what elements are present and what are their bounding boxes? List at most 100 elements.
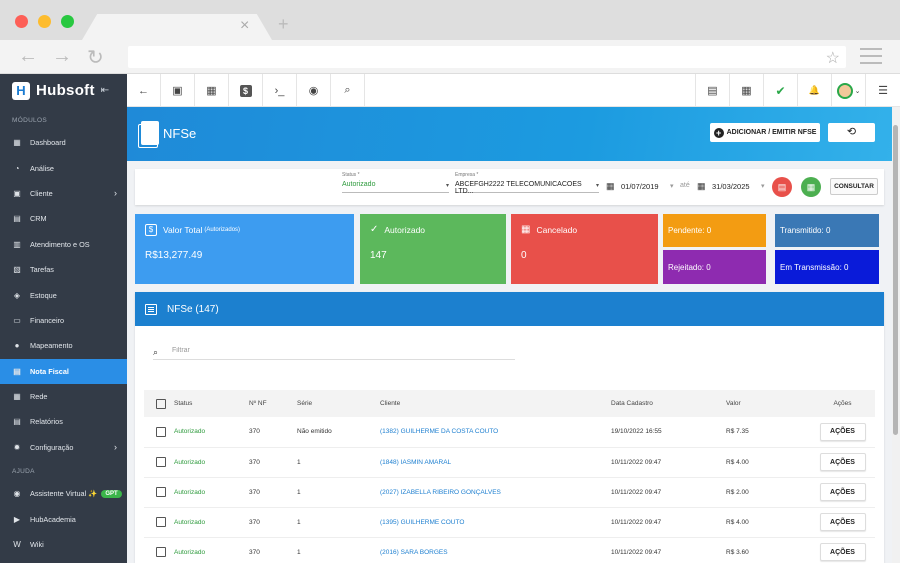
minimize-window-button[interactable] xyxy=(38,15,51,28)
new-tab-icon[interactable]: + xyxy=(278,14,289,35)
tasks-button[interactable]: ✔ xyxy=(763,74,797,107)
browser-forward-icon[interactable]: → xyxy=(52,45,72,68)
close-window-button[interactable] xyxy=(15,15,28,28)
notifications-button[interactable]: 🔔 xyxy=(797,74,831,107)
row-actions-button[interactable]: AÇÕES xyxy=(819,453,866,471)
row-client-link[interactable]: (1382) GUILHERME DA COSTA COUTO xyxy=(380,417,611,447)
sidebar-item-estoque[interactable]: ◈ Estoque xyxy=(0,282,127,307)
scrollbar-thumb[interactable] xyxy=(893,125,898,435)
pdf-button[interactable]: ▤ xyxy=(695,74,729,107)
row-client-link[interactable]: (1395) GUILHERME COUTO xyxy=(380,507,611,537)
sidebar-item-dashboard[interactable]: ▦ Dashboard xyxy=(0,130,127,155)
date-from-field[interactable]: 01/07/2019 xyxy=(621,182,659,191)
sidebar-item-mapeamento[interactable]: ● Mapeamento xyxy=(0,333,127,358)
row-date: 10/11/2022 09:47 xyxy=(611,548,662,556)
export-excel-button[interactable]: ▦ xyxy=(801,177,821,197)
row-checkbox[interactable] xyxy=(156,517,166,527)
gpt-badge: GPT xyxy=(101,489,122,498)
col-valor[interactable]: Valor xyxy=(726,390,810,417)
search-icon: ⌕ xyxy=(153,347,159,357)
row-client-link[interactable]: (1848) IASMIN AMARAL xyxy=(380,447,611,477)
consult-button[interactable]: CONSULTAR xyxy=(830,178,878,195)
export-pdf-button[interactable]: ▤ xyxy=(772,177,792,197)
client-button[interactable]: ▣ xyxy=(161,74,195,107)
sidebar-item-cliente[interactable]: ▣ Cliente › xyxy=(0,181,127,206)
row-checkbox[interactable] xyxy=(156,547,166,557)
sidebar-item-configuracao[interactable]: ✹ Configuração › xyxy=(0,435,127,460)
status-select[interactable]: Autorizado ▾ xyxy=(342,181,449,193)
schedule-button[interactable]: ▦ xyxy=(195,74,229,107)
table-row[interactable]: Autorizado 370 1 (2027) IZABELLA RIBEIRO… xyxy=(144,477,875,507)
company-select-value: ABCEFGH2222 TELECOMUNICACOES LTD... xyxy=(455,181,582,195)
search-button[interactable]: ⌕ xyxy=(331,74,365,107)
tab-close-icon[interactable]: × xyxy=(240,17,249,35)
back-button[interactable]: ← xyxy=(127,74,161,107)
total-value-sublabel: (Autorizados) xyxy=(204,227,241,233)
filter-bar: Status * Autorizado ▾ Empresa * ABCEFGH2… xyxy=(135,169,884,205)
sidebar-item-label: Nota Fiscal xyxy=(30,366,69,376)
url-bar[interactable]: ☆ xyxy=(128,46,846,68)
row-checkbox[interactable] xyxy=(156,487,166,497)
col-status[interactable]: Status xyxy=(174,390,249,417)
sidebar-item-analise[interactable]: ◔ Análise xyxy=(0,155,127,180)
row-client-link[interactable]: (2016) SARA BORGES xyxy=(380,537,611,563)
sidebar-item-rede[interactable]: ▦ Rede xyxy=(0,384,127,409)
col-data[interactable]: Data Cadastro xyxy=(611,390,726,417)
collapse-sidebar-icon[interactable]: ⇤ xyxy=(101,85,109,96)
sidebar-item-label: HubAcademia xyxy=(30,514,76,524)
table-row[interactable]: Autorizado 370 Não emitido (1382) GUILHE… xyxy=(144,417,875,447)
view-button[interactable]: ◉ xyxy=(297,74,331,107)
mapeamento-icon: ● xyxy=(14,341,20,351)
table-row[interactable]: Autorizado 370 1 (1395) GUILHERME COUTO … xyxy=(144,507,875,537)
nfse-table: Status Nº NF Série Cliente Data Cadastro… xyxy=(144,390,875,563)
sidebar-item-tarefas[interactable]: ▧ Tarefas xyxy=(0,257,127,282)
calendar-icon[interactable]: ▦ xyxy=(606,181,615,192)
check-icon: ✓ xyxy=(370,224,379,235)
row-value: R$ 7.35 xyxy=(726,428,749,436)
table-row[interactable]: Autorizado 370 1 (1848) IASMIN AMARAL 10… xyxy=(144,447,875,477)
col-serie[interactable]: Série xyxy=(297,390,380,417)
plus-circle-icon: + xyxy=(713,127,724,138)
select-all-checkbox[interactable] xyxy=(156,398,166,409)
maximize-window-button[interactable] xyxy=(61,15,74,28)
date-to-field[interactable]: 31/03/2025 xyxy=(712,182,750,191)
search-input[interactable] xyxy=(172,347,472,354)
dashboard-icon: ▦ xyxy=(13,138,21,148)
bookmark-star-icon[interactable]: ☆ xyxy=(826,48,840,68)
row-actions-button[interactable]: AÇÕES xyxy=(819,543,866,561)
finance-button[interactable]: $ xyxy=(229,74,263,107)
sidebar-item-atendimento-e-os[interactable]: ▥ Atendimento e OS xyxy=(0,232,127,257)
page-scrollbar[interactable] xyxy=(892,107,900,563)
tarefas-icon: ▧ xyxy=(13,265,21,275)
menu-button[interactable]: ☰ xyxy=(865,74,900,107)
row-checkbox[interactable] xyxy=(156,457,166,467)
sidebar-item-crm[interactable]: ▤ CRM xyxy=(0,206,127,231)
company-select[interactable]: ABCEFGH2222 TELECOMUNICACOES LTD... ▾ xyxy=(455,181,599,195)
col-cliente[interactable]: Cliente xyxy=(380,390,611,417)
row-actions-button[interactable]: AÇÕES xyxy=(819,422,866,441)
avatar xyxy=(836,82,853,99)
row-actions-button[interactable]: AÇÕES xyxy=(819,483,866,501)
col-nf[interactable]: Nº NF xyxy=(249,390,297,417)
sidebar-item-relatorios[interactable]: ▤ Relatórios xyxy=(0,409,127,434)
browser-back-icon[interactable]: ← xyxy=(18,45,38,68)
sidebar-item-assistente-virtual[interactable]: ◉ Assistente Virtual ✨ GPT xyxy=(0,481,127,506)
terminal-button[interactable]: ›_ xyxy=(263,74,297,107)
sidebar-item-wiki[interactable]: W Wiki xyxy=(0,532,127,557)
row-actions-button[interactable]: AÇÕES xyxy=(819,513,866,531)
sidebar-item-financeiro[interactable]: ▭ Financeiro xyxy=(0,308,127,333)
row-checkbox[interactable] xyxy=(156,426,166,437)
cliente-icon: ▣ xyxy=(13,188,21,198)
add-nfse-button[interactable]: + ADICIONAR / EMITIR NFSE xyxy=(710,123,820,142)
calculator-button[interactable]: ▦ xyxy=(729,74,763,107)
sidebar-item-hubacademia[interactable]: ▶ HubAcademia xyxy=(0,506,127,531)
brand-logo[interactable]: H Hubsoft ⇤ xyxy=(0,74,127,107)
browser-reload-icon[interactable]: ↻ xyxy=(87,45,104,70)
row-client-link[interactable]: (2027) IZABELLA RIBEIRO GONÇALVES xyxy=(380,477,611,507)
user-menu-button[interactable]: ⌄ xyxy=(831,74,865,107)
browser-menu-icon[interactable] xyxy=(860,48,882,69)
history-button[interactable]: ⟲ xyxy=(828,123,875,142)
calendar-icon[interactable]: ▦ xyxy=(697,181,706,192)
sidebar-item-nota-fiscal[interactable]: ▤ Nota Fiscal xyxy=(0,358,127,384)
table-row[interactable]: Autorizado 370 1 (2016) SARA BORGES 10/1… xyxy=(144,537,875,563)
